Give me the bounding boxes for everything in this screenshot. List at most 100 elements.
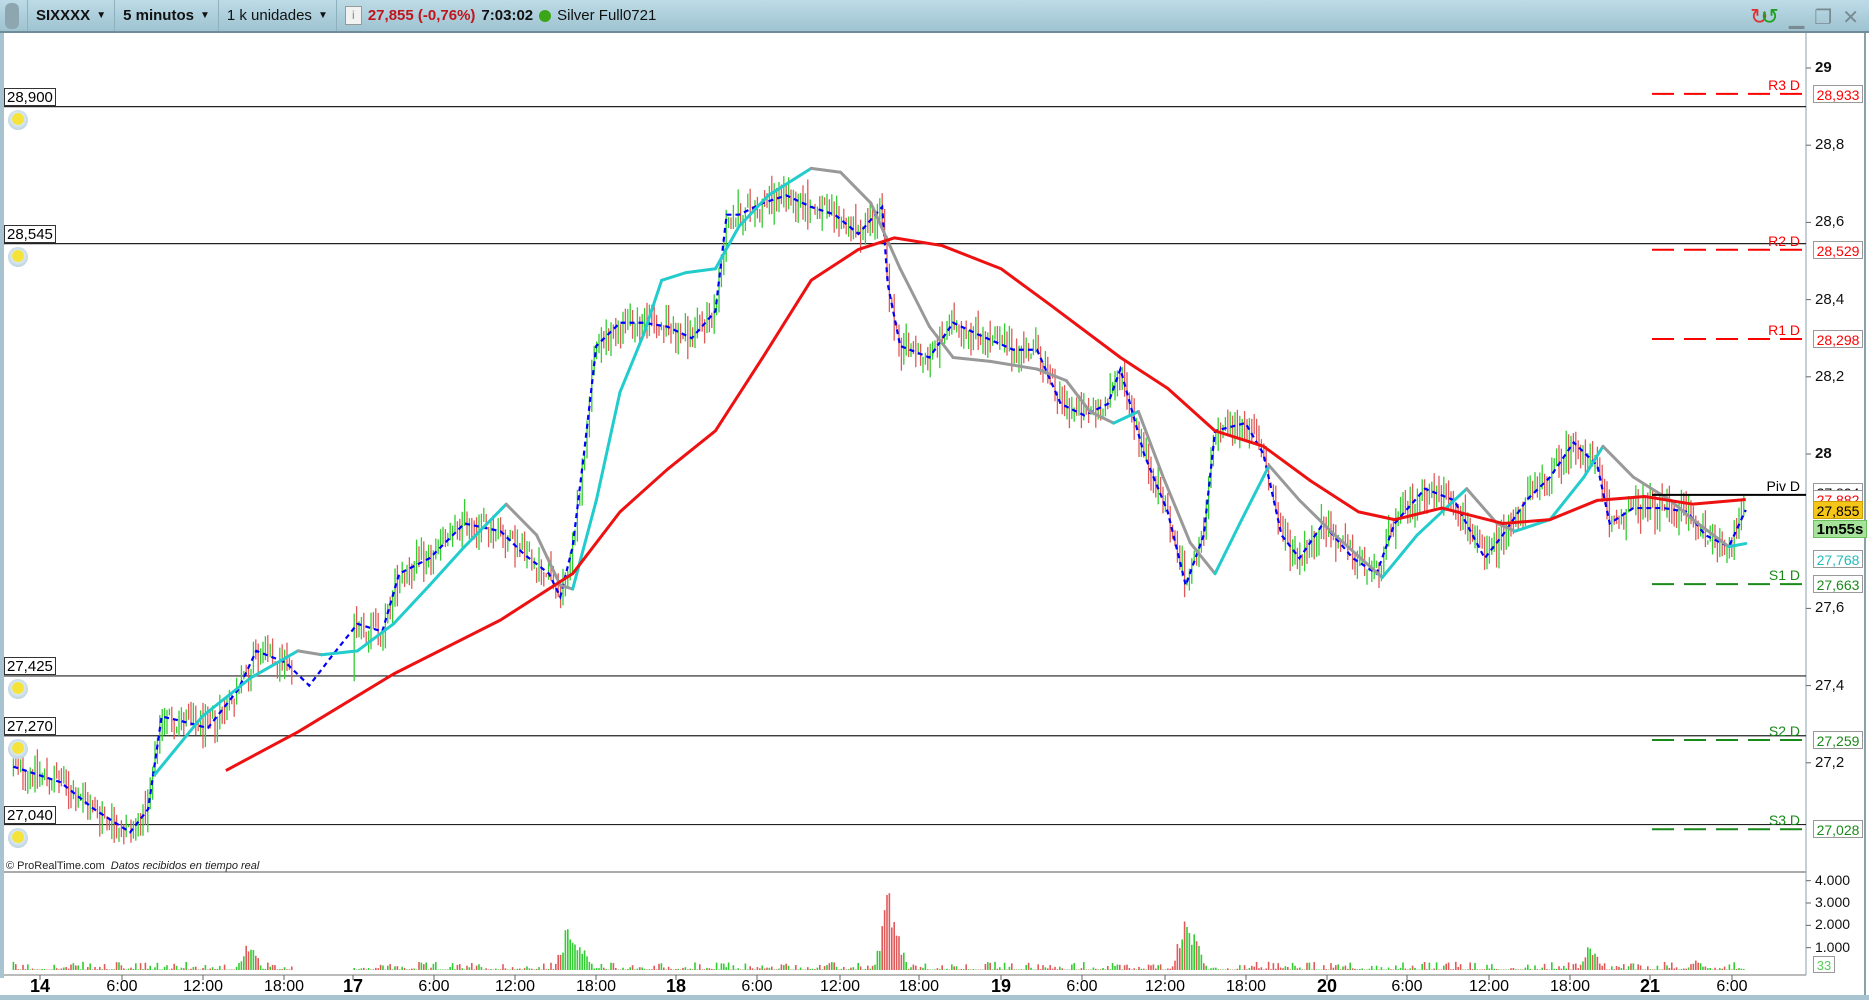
alert-price-label[interactable]: 28,545 bbox=[4, 224, 56, 243]
medium-ma-segment bbox=[1213, 521, 1242, 576]
time-tick-label: 18:00 bbox=[1225, 978, 1267, 995]
price-tick-label: 27,4 bbox=[1815, 676, 1845, 694]
slow-ma-line bbox=[225, 236, 1746, 772]
price-tick-label: 28 bbox=[1815, 445, 1832, 462]
time-tick-label: 18:00 bbox=[898, 978, 940, 995]
volume-tick-label: 4.000 bbox=[1815, 871, 1851, 888]
time-tick-label: 12:00 bbox=[182, 978, 224, 995]
pivot-price-badge: 28,298 bbox=[1813, 329, 1863, 348]
volume-tick-label: 3.000 bbox=[1815, 894, 1851, 910]
pivot-lines bbox=[1652, 92, 1806, 831]
medium-ma-segment bbox=[1333, 533, 1384, 580]
pivot-price-badge: 28,933 bbox=[1813, 84, 1863, 103]
time-tick-label: 12:00 bbox=[819, 978, 861, 995]
time-tick-label: 6:00 bbox=[1716, 978, 1748, 995]
vertical-scrollbar[interactable] bbox=[0, 33, 4, 978]
units-label: 1 k unidades bbox=[226, 7, 312, 24]
time-tick-label: 21 bbox=[1639, 976, 1661, 996]
volume-tick-label: 2.000 bbox=[1815, 916, 1851, 933]
medium-ma-segment bbox=[1035, 367, 1068, 383]
medium-ma-segment bbox=[660, 271, 688, 282]
time-tick-label: 6:00 bbox=[418, 978, 450, 995]
medium-ma-segment bbox=[296, 649, 324, 657]
time-tick-label: 19 bbox=[990, 976, 1012, 996]
link-icon[interactable] bbox=[5, 2, 19, 29]
medium-ma-segment bbox=[320, 649, 360, 657]
medium-ma-segment bbox=[684, 267, 717, 275]
medium-ma-segment bbox=[809, 166, 842, 174]
panel-borders bbox=[0, 33, 1866, 995]
chevron-down-icon: ▼ bbox=[317, 10, 328, 21]
price-tick-label: 27,2 bbox=[1815, 753, 1845, 771]
alert-price-label[interactable]: 28,900 bbox=[4, 87, 56, 106]
price-tick-label: 28,2 bbox=[1815, 367, 1845, 385]
footer-note: © ProRealTime.com Datos recibidos en tiem… bbox=[6, 860, 259, 872]
time-tick-label: 18:00 bbox=[1549, 978, 1591, 995]
medium-ma-segment bbox=[356, 622, 396, 653]
time-tick-label: 12:00 bbox=[1468, 978, 1510, 995]
close-icon[interactable]: ✕ bbox=[1842, 5, 1859, 30]
bell-icon[interactable] bbox=[8, 109, 28, 130]
alert-price-label[interactable]: 27,425 bbox=[4, 656, 56, 675]
time-tick-label: 18 bbox=[665, 976, 687, 996]
bell-icon[interactable] bbox=[8, 827, 28, 848]
alert-price-label[interactable]: 27,270 bbox=[4, 716, 56, 735]
price-tick-label: 28,6 bbox=[1815, 213, 1845, 231]
price-tick-label: 27,6 bbox=[1815, 599, 1845, 617]
units-dropdown[interactable]: 1 k unidades ▼ bbox=[219, 0, 337, 31]
time-tick-label: 12:00 bbox=[1144, 978, 1186, 995]
medium-ma-segment bbox=[1238, 464, 1271, 525]
pivot-name-label: S2 D bbox=[1768, 723, 1800, 740]
volume-current-badge: 33 bbox=[1813, 956, 1835, 973]
time-tick-label: 20 bbox=[1316, 976, 1338, 996]
bell-icon[interactable] bbox=[8, 738, 28, 759]
time-tick-label: 6:00 bbox=[1391, 978, 1423, 995]
medium-ma-segment bbox=[766, 166, 813, 197]
minimize-icon[interactable]: ▁ bbox=[1789, 5, 1804, 30]
pivot-price-badge: 27,259 bbox=[1813, 731, 1863, 750]
medium-ma-segment bbox=[737, 193, 770, 228]
account-name: Silver Full0721 bbox=[557, 7, 657, 24]
axis-ticks bbox=[39, 67, 1811, 980]
pivot-name-label: Piv D bbox=[1766, 477, 1800, 494]
medium-ma-segment bbox=[951, 356, 992, 363]
pivot-name-label: R2 D bbox=[1768, 232, 1800, 249]
time-tick-label: 6:00 bbox=[1066, 978, 1098, 995]
alert-lines bbox=[0, 105, 1806, 826]
refresh-icon[interactable]: ↻↺ bbox=[1750, 4, 1779, 30]
instrument-dropdown[interactable]: SIXXXX ▼ bbox=[28, 0, 116, 31]
medium-ma-segment bbox=[594, 390, 622, 502]
bell-icon[interactable] bbox=[8, 678, 28, 699]
restore-icon[interactable]: ❐ bbox=[1814, 5, 1832, 30]
pivot-name-label: R3 D bbox=[1768, 76, 1800, 93]
timeframe-dropdown[interactable]: 5 minutos ▼ bbox=[115, 0, 219, 31]
medium-ma-segment bbox=[392, 583, 432, 626]
volume-tick-label: 1.000 bbox=[1815, 938, 1851, 955]
countdown-badge: 1m55s bbox=[1813, 519, 1867, 538]
price-tick-label: 28,4 bbox=[1815, 290, 1845, 308]
pivot-name-label: S3 D bbox=[1768, 812, 1800, 829]
alert-price-label[interactable]: 27,040 bbox=[4, 805, 56, 824]
last-price: 27,855 (-0,76%) bbox=[367, 7, 476, 24]
pivot-price-badge: 27,028 bbox=[1813, 820, 1863, 839]
time-tick-label: 6:00 bbox=[741, 978, 773, 995]
medium-ma-segment bbox=[898, 267, 931, 329]
price-tick-label: 29 bbox=[1815, 59, 1832, 76]
moving-averages bbox=[13, 166, 1748, 834]
pivot-name-label: S1 D bbox=[1768, 567, 1800, 584]
medium-ma-segment bbox=[1601, 444, 1635, 479]
instrument-label: SIXXXX bbox=[36, 7, 91, 24]
medium-ma-segment bbox=[713, 224, 741, 271]
chart-toolbar: SIXXXX ▼ 5 minutos ▼ 1 k unidades ▼ i 27,85… bbox=[0, 0, 1869, 33]
time-tick-label: 18:00 bbox=[263, 978, 305, 995]
info-icon[interactable]: i bbox=[344, 6, 362, 25]
bell-icon[interactable] bbox=[8, 246, 28, 267]
fast-ma-line bbox=[13, 194, 1747, 834]
price-chart[interactable] bbox=[0, 0, 1869, 1000]
timeframe-label: 5 minutos bbox=[123, 7, 194, 24]
time-tick-label: 12:00 bbox=[494, 978, 536, 995]
realtime-note: Datos recibidos en tiempo real bbox=[110, 860, 260, 872]
time-tick-label: 17 bbox=[342, 976, 364, 996]
pivot-price-badge: 28,529 bbox=[1813, 240, 1863, 259]
connection-status-icon bbox=[539, 9, 552, 22]
